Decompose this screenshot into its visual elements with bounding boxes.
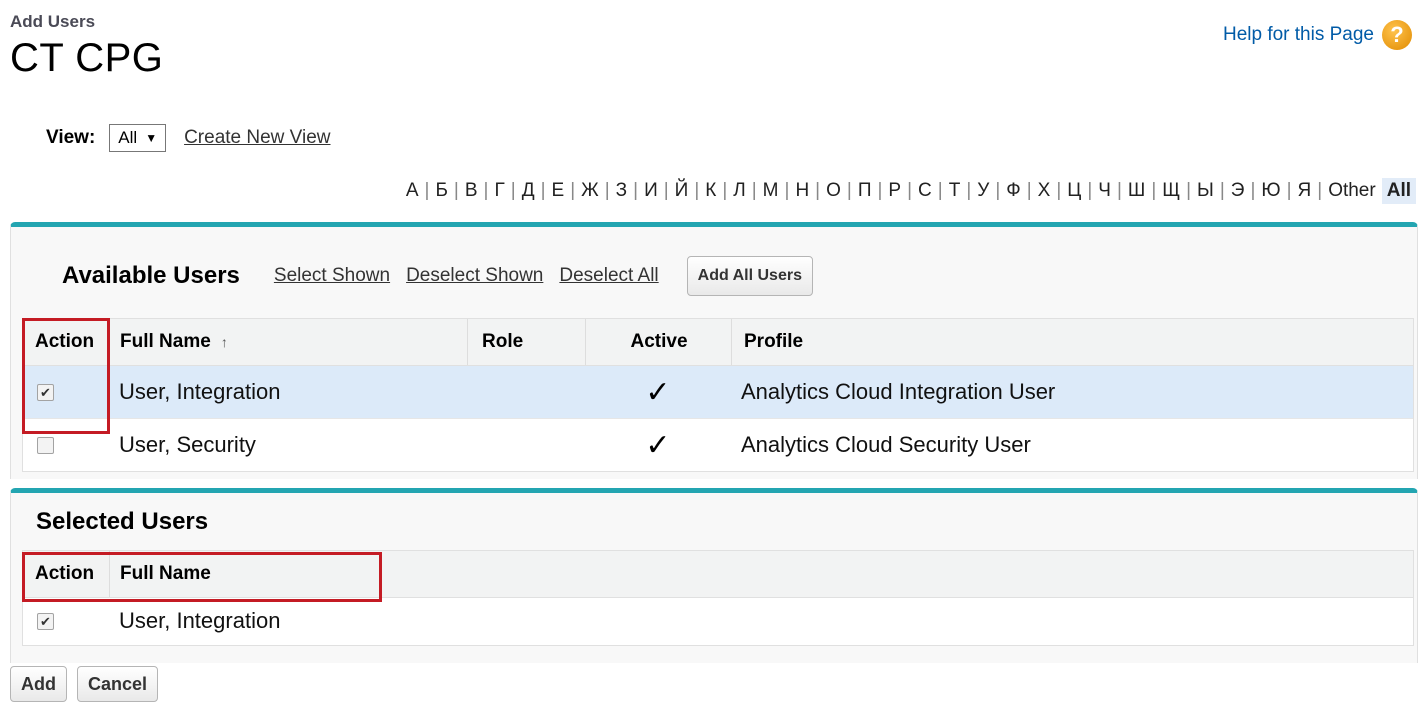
row-full-name: User, Integration xyxy=(119,608,281,633)
alpha-filter-letter[interactable]: Ч xyxy=(1092,180,1117,202)
row-checkbox-cell: ✔ xyxy=(37,598,54,644)
alpha-filter-letter[interactable]: И xyxy=(638,180,664,202)
sort-ascending-icon: ↑ xyxy=(220,334,228,350)
alpha-filter-letter[interactable]: А xyxy=(400,180,425,202)
column-header-action: Action xyxy=(35,563,95,584)
alpha-filter-letter[interactable]: Х xyxy=(1032,180,1057,202)
row-full-name: User, Integration xyxy=(119,379,281,404)
column-header-full-name[interactable]: Full Name ↑ xyxy=(109,319,228,365)
column-header-full-name: Full Name xyxy=(109,551,211,597)
row-checkbox[interactable]: ✔ xyxy=(37,383,54,401)
table-header-row: Action Full Name xyxy=(23,551,1413,598)
view-select[interactable]: All ▼ xyxy=(109,124,167,152)
active-check-icon: ✓ xyxy=(645,428,671,462)
create-new-view-link[interactable]: Create New View xyxy=(184,127,330,149)
view-label: View: xyxy=(46,127,96,148)
alpha-filter-letter[interactable]: З xyxy=(610,180,633,202)
column-header-profile[interactable]: Profile xyxy=(731,319,803,365)
alpha-filter-letter[interactable]: Ф xyxy=(1000,180,1026,202)
alpha-filter-letter[interactable]: Я xyxy=(1292,180,1318,202)
row-checkbox[interactable] xyxy=(37,436,54,454)
selected-users-title: Selected Users xyxy=(36,508,209,535)
alpha-filter-letter[interactable]: К xyxy=(699,180,722,202)
alpha-filter-letter[interactable]: С xyxy=(912,180,938,202)
dropdown-arrow-icon: ▼ xyxy=(145,131,158,145)
cancel-button[interactable]: Cancel xyxy=(77,666,159,702)
alpha-filter-letter[interactable]: Б xyxy=(429,180,453,202)
select-shown-link[interactable]: Select Shown xyxy=(274,265,390,287)
available-users-header: Available Users Select Shown Deselect Sh… xyxy=(62,256,813,296)
view-row: View: All ▼ Create New View xyxy=(46,124,331,152)
alpha-filter-letter[interactable]: Й xyxy=(669,180,695,202)
alpha-filter-letter[interactable]: Ю xyxy=(1255,180,1286,202)
alpha-filter-letter[interactable]: У xyxy=(971,180,995,202)
deselect-all-link[interactable]: Deselect All xyxy=(559,265,658,287)
row-profile: Analytics Cloud Integration User xyxy=(741,379,1056,404)
active-check-icon: ✓ xyxy=(645,375,671,409)
alpha-filter-letter[interactable]: Э xyxy=(1225,180,1251,202)
alpha-filter-letter[interactable]: Л xyxy=(727,180,751,202)
view-select-value: All xyxy=(118,128,138,147)
page-subtitle: Add Users xyxy=(10,12,96,31)
alpha-filter-letter[interactable]: Щ xyxy=(1156,180,1186,202)
alpha-filter-letter[interactable]: М xyxy=(757,180,785,202)
alpha-filter-letter[interactable]: Ш xyxy=(1122,180,1151,202)
alpha-filter-letter[interactable]: Ц xyxy=(1061,180,1087,202)
help-section: Help for this Page ? xyxy=(1223,20,1412,50)
alpha-filter-letter[interactable]: В xyxy=(459,180,484,202)
alpha-filter-letter[interactable]: Other xyxy=(1322,180,1382,202)
bottom-buttons: Add Cancel xyxy=(10,666,159,702)
column-header-action: Action xyxy=(35,331,95,352)
available-users-table: Action Full Name ↑ Role Active Profile ✔… xyxy=(22,318,1414,472)
column-header-role[interactable]: Role xyxy=(467,319,523,365)
page-title: CT CPG xyxy=(10,36,164,80)
alpha-filter-letter[interactable]: О xyxy=(820,180,847,202)
available-users-title: Available Users xyxy=(62,262,240,289)
alpha-filter-letter[interactable]: Г xyxy=(488,180,510,202)
alpha-filter-letter[interactable]: Е xyxy=(546,180,571,202)
add-all-users-button[interactable]: Add All Users xyxy=(686,256,813,296)
alpha-filter-letter[interactable]: Д xyxy=(516,180,541,202)
column-header-active[interactable]: Active xyxy=(585,319,732,365)
question-mark-icon[interactable]: ? xyxy=(1382,20,1412,50)
help-link[interactable]: Help for this Page xyxy=(1223,24,1374,46)
alphabet-filter: А | Б | В | Г | Д | Е | Ж | З | И | Й | К | Л | М | Н | О | П | Р | С | Т | У |… xyxy=(400,178,1416,204)
full-name-header-label: Full Name xyxy=(120,331,211,352)
alpha-filter-all[interactable]: All xyxy=(1381,178,1416,204)
row-checkbox[interactable]: ✔ xyxy=(37,612,54,630)
table-header-row: Action Full Name ↑ Role Active Profile xyxy=(23,319,1413,366)
alpha-filter-letter[interactable]: Н xyxy=(789,180,815,202)
alpha-filter-letter[interactable]: Р xyxy=(882,180,907,202)
add-button[interactable]: Add xyxy=(10,666,67,702)
table-row[interactable]: ✔ User, Integration xyxy=(23,598,1413,644)
table-row[interactable]: User, Security ✓ Analytics Cloud Securit… xyxy=(23,419,1413,471)
row-full-name: User, Security xyxy=(119,432,256,457)
selected-users-table: Action Full Name ✔ User, Integration xyxy=(22,550,1414,646)
deselect-shown-link[interactable]: Deselect Shown xyxy=(406,265,543,287)
row-checkbox-cell: ✔ xyxy=(37,366,54,418)
row-profile: Analytics Cloud Security User xyxy=(741,432,1031,457)
alpha-filter-letter[interactable]: Ы xyxy=(1191,180,1220,202)
alpha-filter-letter[interactable]: Ж xyxy=(575,180,605,202)
alpha-filter-letter[interactable]: Т xyxy=(943,180,967,202)
alpha-filter-letter[interactable]: П xyxy=(852,180,878,202)
table-row[interactable]: ✔ User, Integration ✓ Analytics Cloud In… xyxy=(23,366,1413,419)
row-checkbox-cell xyxy=(37,419,54,471)
